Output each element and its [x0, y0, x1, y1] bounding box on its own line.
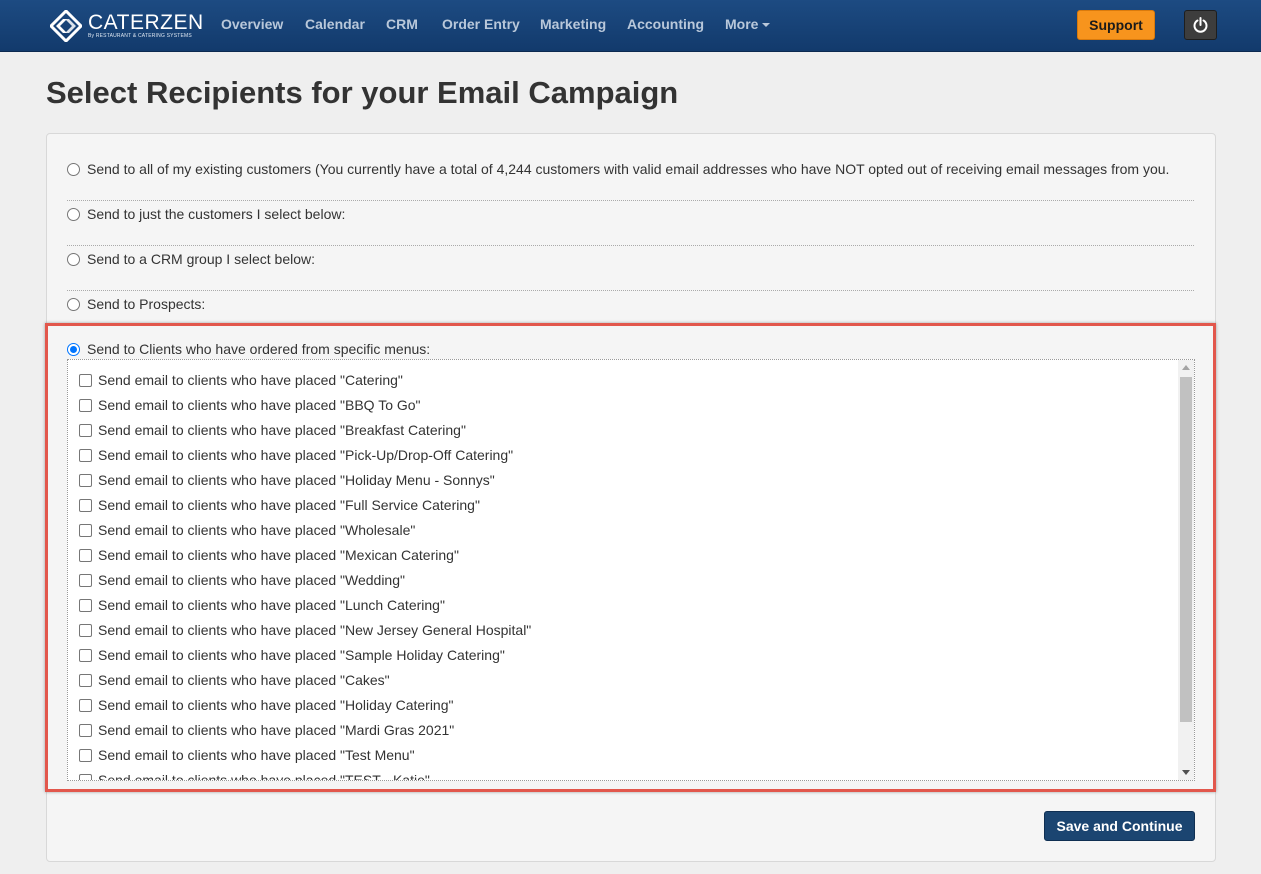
scrollbar-thumb[interactable] — [1180, 377, 1192, 722]
support-button[interactable]: Support — [1077, 10, 1155, 40]
nav-item-marketing[interactable]: Marketing — [540, 16, 606, 33]
caterzen-logo[interactable]: CATERZEN By RESTAURANT & CATERING SYSTEM… — [50, 9, 204, 43]
menu-checkbox-label: Send email to clients who have placed "C… — [98, 672, 390, 688]
option-label: Send to all of my existing customers (Yo… — [87, 161, 1170, 177]
menu-checkbox[interactable] — [79, 774, 92, 780]
nav-item-more-label: More — [725, 16, 759, 32]
menu-checkbox-label: Send email to clients who have placed "L… — [98, 597, 445, 613]
power-icon — [1193, 17, 1208, 33]
radio-specific-menus[interactable] — [67, 343, 80, 356]
scrollbar[interactable] — [1178, 360, 1194, 780]
menu-checkbox-label: Send email to clients who have placed "W… — [98, 572, 405, 588]
scroll-up-arrow-icon[interactable] — [1182, 365, 1190, 370]
menu-checkbox[interactable] — [79, 424, 92, 437]
logo-mark-icon — [50, 10, 82, 42]
power-button[interactable] — [1184, 10, 1217, 40]
nav-item-accounting[interactable]: Accounting — [627, 16, 704, 33]
nav-item-crm[interactable]: CRM — [386, 16, 418, 33]
menu-checkbox-label: Send email to clients who have placed "B… — [98, 397, 421, 413]
menu-checkbox[interactable] — [79, 474, 92, 487]
menu-checkbox-label: Send email to clients who have placed "F… — [98, 497, 480, 513]
save-and-continue-button[interactable]: Save and Continue — [1044, 811, 1195, 841]
radio-prospects[interactable] — [67, 298, 80, 311]
nav-item-order-entry[interactable]: Order Entry — [442, 16, 520, 33]
option-specific-menus[interactable]: Send to Clients who have ordered from sp… — [67, 336, 1194, 357]
menu-checkbox-label: Send email to clients who have placed "W… — [98, 522, 416, 538]
menu-checkbox[interactable] — [79, 549, 92, 562]
caret-down-icon — [762, 23, 771, 28]
logo-subtitle: By RESTAURANT & CATERING SYSTEMS — [88, 33, 192, 39]
menu-checkbox-label: Send email to clients who have placed "M… — [98, 722, 455, 738]
menu-checkbox[interactable] — [79, 674, 92, 687]
menu-checkbox[interactable] — [79, 749, 92, 762]
nav-item-overview[interactable]: Overview — [221, 16, 283, 33]
nav-item-calendar[interactable]: Calendar — [305, 16, 365, 33]
menu-checkbox[interactable] — [79, 599, 92, 612]
scroll-down-arrow-icon[interactable] — [1182, 770, 1190, 775]
menu-checkbox[interactable] — [79, 699, 92, 712]
top-navbar: CATERZEN By RESTAURANT & CATERING SYSTEM… — [0, 0, 1261, 52]
menu-checkbox[interactable] — [79, 724, 92, 737]
option-label: Send to Prospects: — [87, 296, 206, 312]
menu-checkbox[interactable] — [79, 624, 92, 637]
menu-checkbox-label: Send email to clients who have placed "T… — [98, 772, 430, 781]
menu-checkbox-label: Send email to clients who have placed "B… — [98, 422, 466, 438]
menu-checkbox[interactable] — [79, 499, 92, 512]
option-crm-group[interactable]: Send to a CRM group I select below: — [67, 246, 1194, 291]
radio-crm-group[interactable] — [67, 253, 80, 266]
menu-checkbox[interactable] — [79, 399, 92, 412]
menu-checkbox[interactable] — [79, 574, 92, 587]
option-label: Send to Clients who have ordered from sp… — [87, 341, 431, 357]
menu-checkbox-label: Send email to clients who have placed "H… — [98, 697, 454, 713]
menu-checkbox-label: Send email to clients who have placed "N… — [98, 622, 532, 638]
option-selected-customers[interactable]: Send to just the customers I select belo… — [67, 201, 1194, 246]
menu-checkbox[interactable] — [79, 524, 92, 537]
menu-checkbox-list[interactable]: Send email to clients who have placed "C… — [67, 359, 1195, 781]
option-all-customers[interactable]: Send to all of my existing customers (Yo… — [67, 156, 1194, 201]
menu-checkbox-label: Send email to clients who have placed "H… — [98, 472, 495, 488]
option-label: Send to a CRM group I select below: — [87, 251, 316, 267]
page-title: Select Recipients for your Email Campaig… — [46, 75, 679, 110]
menu-checkbox[interactable] — [79, 649, 92, 662]
menu-checkbox-label: Send email to clients who have placed "C… — [98, 372, 403, 388]
menu-checkbox-label: Send email to clients who have placed "P… — [98, 447, 514, 463]
radio-all-customers[interactable] — [67, 163, 80, 176]
radio-selected-customers[interactable] — [67, 208, 80, 221]
menu-checkbox[interactable] — [79, 374, 92, 387]
menu-checkbox-label: Send email to clients who have placed "S… — [98, 647, 505, 663]
nav-item-more[interactable]: More — [725, 16, 771, 33]
logo-name: CATERZEN — [88, 11, 204, 34]
option-label: Send to just the customers I select belo… — [87, 206, 346, 222]
menu-checkbox-label: Send email to clients who have placed "T… — [98, 747, 415, 763]
menu-checkbox[interactable] — [79, 449, 92, 462]
menu-checkbox-label: Send email to clients who have placed "M… — [98, 547, 459, 563]
